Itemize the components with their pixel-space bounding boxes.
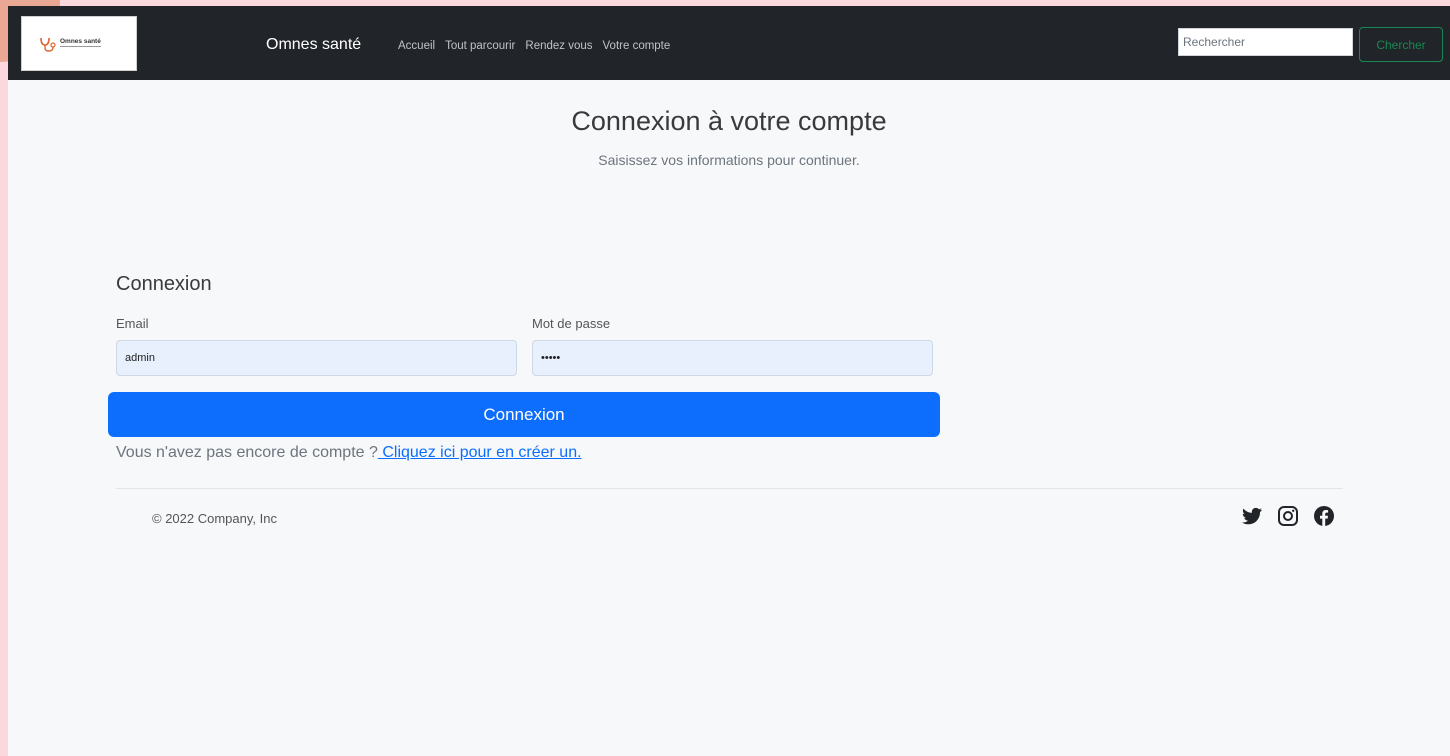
password-label: Mot de passe	[532, 316, 611, 331]
signup-text: Vous n'avez pas encore de compte ?	[116, 444, 378, 461]
brand-title[interactable]: Omnes santé	[266, 36, 361, 54]
nav-link-tout-parcourir[interactable]: Tout parcourir	[445, 40, 515, 52]
login-section-title: Connexion	[116, 273, 212, 295]
logo-text: Omnes santé	[60, 38, 101, 47]
password-field[interactable]	[532, 340, 933, 376]
search-input[interactable]	[1178, 28, 1353, 56]
browser-page: Omnes santé Omnes santé Accueil Tout par…	[8, 6, 1450, 756]
signup-prompt: Vous n'avez pas encore de compte ? Cliqu…	[116, 444, 582, 462]
nav-link-rendez-vous[interactable]: Rendez vous	[525, 40, 592, 52]
twitter-icon[interactable]	[1240, 504, 1264, 528]
page-title: Connexion à votre compte	[571, 106, 887, 136]
instagram-icon[interactable]	[1276, 504, 1300, 528]
search-button[interactable]: Chercher	[1359, 27, 1443, 62]
nav-link-votre-compte[interactable]: Votre compte	[603, 40, 671, 52]
navbar: Omnes santé Omnes santé Accueil Tout par…	[8, 6, 1450, 80]
nav-links: Accueil Tout parcourir Rendez vous Votre…	[398, 40, 670, 52]
email-field[interactable]	[116, 340, 517, 376]
stethoscope-logo-icon	[40, 37, 56, 52]
page-subtitle: Saisissez vos informations pour continue…	[598, 152, 860, 168]
social-links	[1240, 504, 1336, 528]
footer-divider	[116, 488, 1343, 489]
copyright-text: © 2022 Company, Inc	[152, 511, 277, 526]
login-button[interactable]: Connexion	[108, 392, 940, 437]
site-logo[interactable]: Omnes santé	[21, 16, 137, 71]
signup-link[interactable]: Cliquez ici pour en créer un.	[378, 444, 581, 461]
facebook-icon[interactable]	[1312, 504, 1336, 528]
email-label: Email	[116, 316, 149, 331]
nav-link-accueil[interactable]: Accueil	[398, 40, 435, 52]
